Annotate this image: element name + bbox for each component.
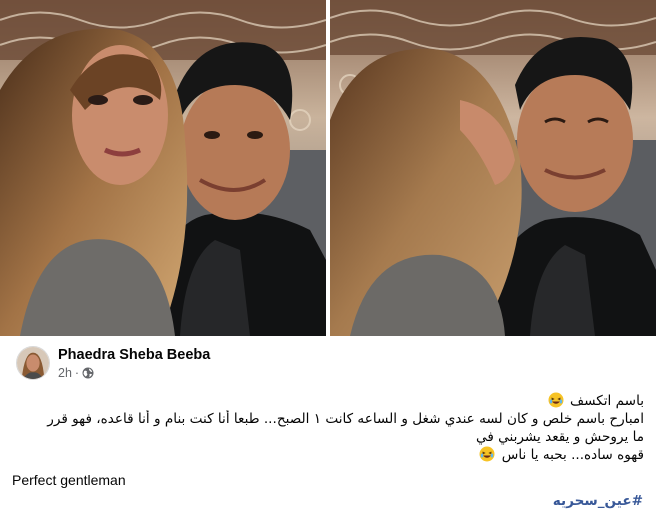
time-row: 2h · — [58, 366, 210, 380]
author-name[interactable]: Phaedra Sheba Beeba — [58, 346, 210, 364]
hashtag-link[interactable]: #عين_سحريه — [553, 493, 643, 509]
post-line-2: امبارح باسم خلص و كان لسه عندي شغل و الس… — [47, 411, 644, 427]
laughing-emoji-icon — [479, 446, 495, 462]
post-line-4: قهوه ساده... بحبه يا ناس — [14, 446, 644, 464]
selfie-photo-left[interactable] — [0, 0, 326, 336]
post-line-1-text: باسم اتكسف — [570, 393, 644, 409]
post-english-line: Perfect gentleman — [12, 472, 126, 488]
time-separator: · — [74, 366, 80, 380]
post-meta: Phaedra Sheba Beeba 2h · — [58, 346, 210, 380]
post-line-3: ما يروحش و يقعد يشربني في — [476, 429, 644, 445]
author-avatar[interactable] — [16, 346, 50, 380]
selfie-photo-right[interactable] — [330, 0, 656, 336]
post-time[interactable]: 2h — [58, 366, 72, 380]
post-line-1: باسم اتكسف — [14, 392, 644, 410]
globe-icon[interactable] — [82, 367, 94, 379]
laughing-emoji-icon — [548, 392, 564, 408]
photo-grid — [0, 0, 657, 336]
post-header: Phaedra Sheba Beeba 2h · — [16, 346, 210, 380]
post-line-4-text: قهوه ساده... بحبه يا ناس — [501, 447, 644, 463]
post-text: باسم اتكسف امبارح باسم خلص و كان لسه عند… — [14, 392, 644, 464]
